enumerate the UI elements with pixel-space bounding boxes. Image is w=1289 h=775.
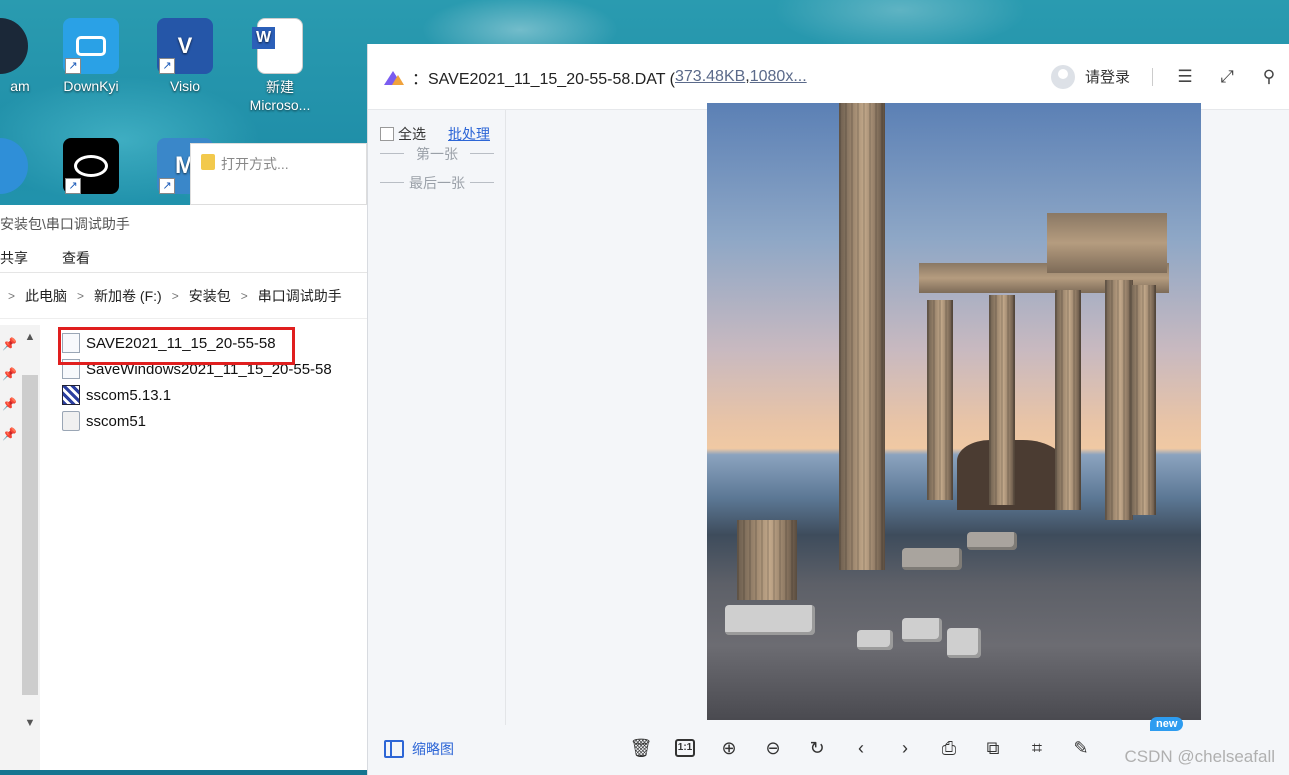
select-all-checkbox[interactable]: 全选 <box>380 124 426 144</box>
settings-file-icon <box>62 411 80 431</box>
pin-icon: 📌 <box>2 397 17 411</box>
chevron-right-icon: > <box>77 288 85 303</box>
zoom-in-icon[interactable]: ⊕ <box>718 737 740 759</box>
last-image-button[interactable]: 最后一张 <box>380 173 494 193</box>
explorer-title-path: 安装包\串口调试助手 <box>0 216 130 232</box>
checkbox[interactable] <box>380 127 394 141</box>
steam-icon: ↗ <box>0 18 28 74</box>
scrollbar-thumb[interactable] <box>22 375 38 695</box>
zoom-out-icon[interactable]: ⊖ <box>762 737 784 759</box>
breadcrumb-this-pc[interactable]: 此电脑 <box>25 286 67 306</box>
explorer-ribbon: 共享 查看 <box>0 243 367 273</box>
viewer-file-name: ：SAVE2021_11_15_20-55-58.DAT ( <box>412 70 675 88</box>
viewer-title-bar: ：SAVE2021_11_15_20-55-58.DAT ( 373.48KB … <box>368 44 1289 110</box>
navigation-pane: 📌 📌 📌 📌 ▲ ▼ <box>0 325 40 770</box>
desktop-icon-visio[interactable]: V ↗ Visio <box>145 18 225 94</box>
eye-app-icon: ↗ <box>63 138 119 194</box>
file-size-link[interactable]: 373.48KB <box>675 68 745 86</box>
chevron-right-icon: > <box>171 288 179 303</box>
breadcrumb-serial-assistant[interactable]: 串口调试助手 <box>258 286 342 306</box>
open-with-title: 打开方式... <box>221 156 289 172</box>
dimensions-link[interactable]: 1080x... <box>750 68 807 86</box>
next-icon[interactable]: › <box>894 737 916 759</box>
avatar[interactable] <box>1050 64 1075 89</box>
file-item-sscom5131[interactable]: sscom5.13.1 <box>62 382 332 408</box>
open-with-window[interactable]: 打开方式... <box>190 143 367 205</box>
desktop-icon-steam[interactable]: ↗ am <box>0 18 40 94</box>
breadcrumb-install-pkg[interactable]: 安装包 <box>189 286 231 306</box>
app-round-icon <box>0 138 28 194</box>
new-badge: new <box>1150 717 1184 731</box>
viewer-sidebar: 全选 批处理 第一张 最后一张 <box>368 110 506 725</box>
edit-icon[interactable]: ✎ <box>1070 737 1092 759</box>
copy-image-icon[interactable]: ⧉ <box>982 737 1004 759</box>
menu-icon[interactable]: ☰ <box>1175 67 1195 87</box>
fullscreen-icon[interactable]: ⤢ <box>1217 67 1237 87</box>
login-button[interactable]: 请登录 <box>1085 66 1130 87</box>
file-name: sscom5.13.1 <box>86 386 172 404</box>
desktop-icon-downkyi[interactable]: ↗ DownKyi <box>51 18 131 94</box>
ribbon-tab-view[interactable]: 查看 <box>62 248 90 268</box>
batch-process-link[interactable]: 批处理 <box>448 124 490 144</box>
pin-icon: 📌 <box>2 337 17 351</box>
scroll-up-icon[interactable]: ▲ <box>22 331 38 347</box>
file-explorer-window[interactable]: 安装包\串口调试助手 共享 查看 > 此电脑 > 新加卷 (F:) > 安装包 … <box>0 205 367 770</box>
image-viewer-window[interactable]: ：SAVE2021_11_15_20-55-58.DAT ( 373.48KB … <box>367 44 1289 775</box>
pin-icon: 📌 <box>2 427 17 441</box>
csdn-watermark: CSDN @chelseafall <box>1124 747 1275 766</box>
file-item-sscom51[interactable]: sscom51 <box>62 408 332 434</box>
thumbnails-icon <box>384 740 404 758</box>
chevron-right-icon: > <box>240 288 248 303</box>
previous-icon[interactable]: ‹ <box>850 737 872 759</box>
scroll-down-icon[interactable]: ▼ <box>22 717 38 733</box>
rotate-icon[interactable]: ↻ <box>806 737 828 759</box>
actual-size-button[interactable]: 1:1 <box>674 737 696 759</box>
visio-icon: V ↗ <box>157 18 213 74</box>
desktop-icon-word[interactable]: W 新建 Microso... <box>240 18 320 114</box>
delete-icon[interactable]: 🗑 <box>630 737 653 759</box>
pin-icon: 📌 <box>2 367 17 381</box>
desktop-icon-eye[interactable]: ↗ <box>51 138 131 198</box>
pin-window-icon[interactable]: ⚲ <box>1259 67 1279 87</box>
first-image-button[interactable]: 第一张 <box>380 144 494 164</box>
app-icon <box>62 385 80 405</box>
ribbon-tab-share[interactable]: 共享 <box>0 248 28 268</box>
crop-scan-icon[interactable]: ⌗ <box>1026 737 1048 759</box>
viewer-logo-icon <box>382 68 404 86</box>
word-document-icon: W <box>252 18 303 74</box>
file-name: sscom51 <box>86 412 147 430</box>
divider <box>1152 67 1153 86</box>
displayed-photo <box>707 103 1201 720</box>
desktop-icon-2[interactable] <box>0 138 40 198</box>
highlight-annotation-box <box>58 327 295 365</box>
thumbnails-button[interactable]: 缩略图 <box>384 739 454 759</box>
breadcrumb: > 此电脑 > 新加卷 (F:) > 安装包 > 串口调试助手 <box>0 273 367 319</box>
breadcrumb-drive-f[interactable]: 新加卷 (F:) <box>94 286 162 306</box>
print-icon[interactable]: ⎙ <box>938 737 960 759</box>
folder-icon <box>201 154 215 170</box>
downkyi-icon: ↗ <box>63 18 119 74</box>
chevron-right-icon: > <box>8 288 16 303</box>
